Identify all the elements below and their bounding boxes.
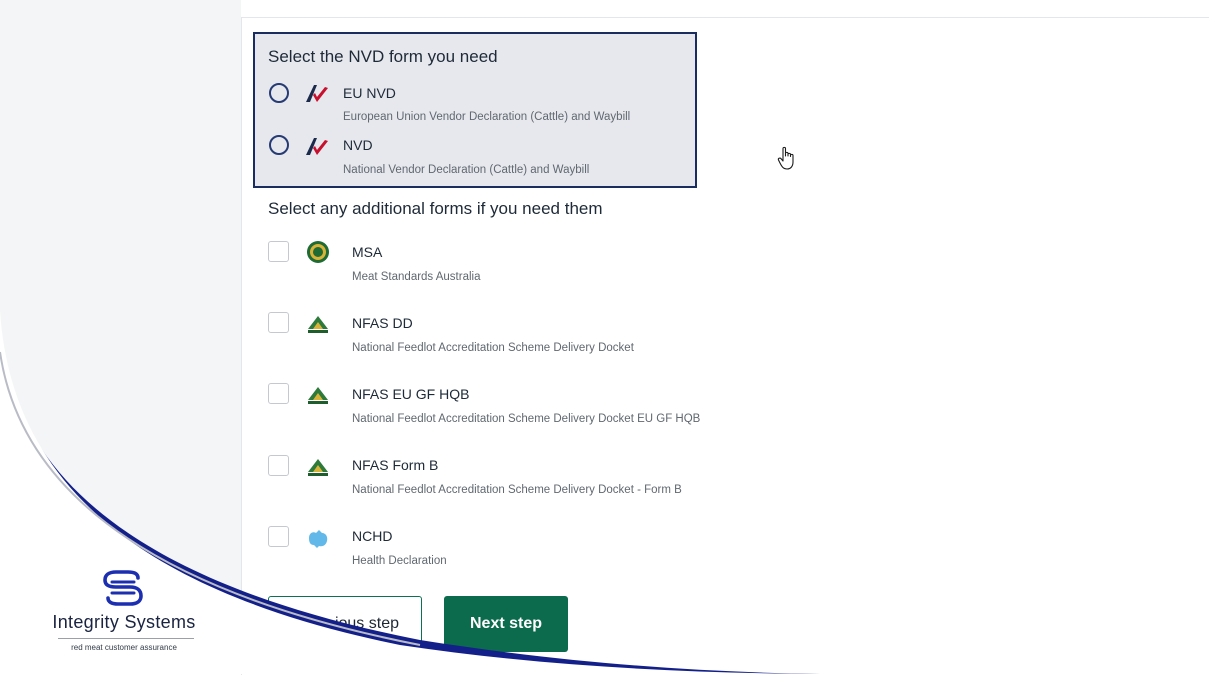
form-desc-nchd: Health Declaration <box>352 555 447 567</box>
checkbox-nfas-dd[interactable] <box>268 312 289 333</box>
australia-map-icon <box>309 530 328 548</box>
checkbox-nfas-eu-gf-hqb[interactable] <box>268 383 289 404</box>
brand-tagline: red meat customer assurance <box>71 643 177 652</box>
checkbox-nfas-form-b[interactable] <box>268 455 289 476</box>
nvd-brand-icon <box>306 85 328 102</box>
radio-nvd[interactable] <box>269 135 289 155</box>
additional-section-title: Select any additional forms if you need … <box>268 199 603 218</box>
msa-logo-icon <box>307 241 329 263</box>
option-name-nvd: NVD <box>343 137 373 153</box>
form-desc-nfas-form-b: National Feedlot Accreditation Scheme De… <box>352 484 682 496</box>
form-desc-nfas-eu-gf-hqb: National Feedlot Accreditation Scheme De… <box>352 413 701 425</box>
nvd-brand-icon <box>306 138 328 155</box>
checkbox-msa[interactable] <box>268 241 289 262</box>
radio-eu-nvd[interactable] <box>269 83 289 103</box>
next-step-button[interactable]: Next step <box>444 596 568 652</box>
checkbox-nchd[interactable] <box>268 526 289 547</box>
nfas-logo-icon <box>308 459 328 476</box>
brand-name: Integrity Systems <box>52 612 196 632</box>
brand-divider <box>58 638 194 639</box>
form-name-nfas-form-b: NFAS Form B <box>352 457 439 473</box>
hand-cursor-icon <box>777 146 794 170</box>
option-desc-eu-nvd: European Union Vendor Declaration (Cattl… <box>343 111 631 123</box>
option-desc-nvd: National Vendor Declaration (Cattle) and… <box>343 164 590 176</box>
integrity-systems-logo-icon <box>103 570 143 606</box>
form-name-nchd: NCHD <box>352 528 393 544</box>
nfas-logo-icon <box>308 387 328 404</box>
form-desc-msa: Meat Standards Australia <box>352 271 481 283</box>
previous-step-button[interactable]: ious step <box>268 596 422 652</box>
form-name-nfas-eu-gf-hqb: NFAS EU GF HQB <box>352 386 470 402</box>
nvd-section-title: Select the NVD form you need <box>268 47 498 66</box>
form-desc-nfas-dd: National Feedlot Accreditation Scheme De… <box>352 342 634 354</box>
option-name-eu-nvd: EU NVD <box>343 85 396 101</box>
form-name-nfas-dd: NFAS DD <box>352 315 413 331</box>
form-name-msa: MSA <box>352 244 383 260</box>
nfas-logo-icon <box>308 316 328 333</box>
